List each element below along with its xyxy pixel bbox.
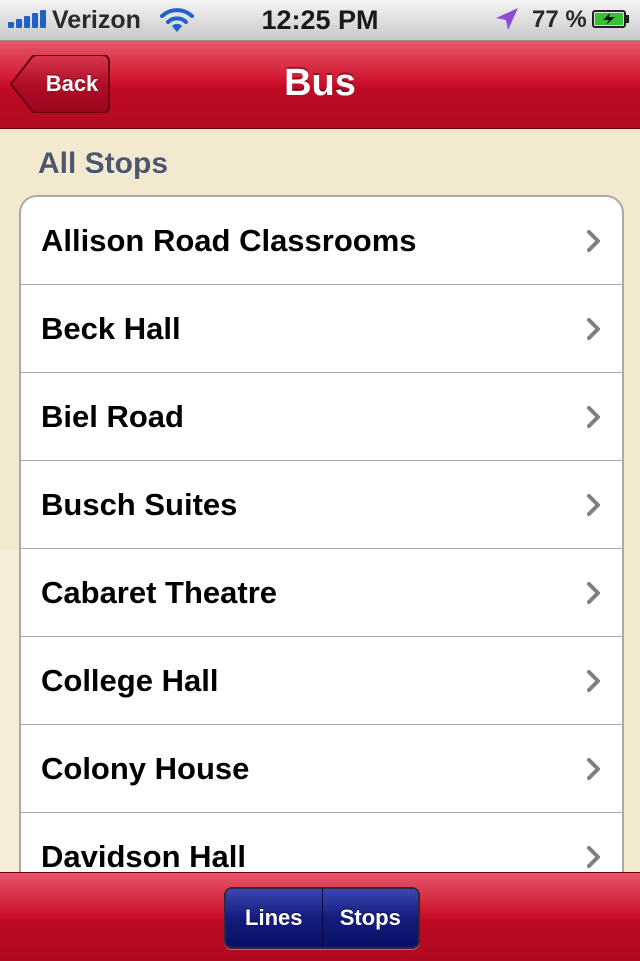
chevron-right-icon bbox=[587, 670, 600, 692]
segment-stops[interactable]: Stops bbox=[321, 889, 418, 947]
chevron-right-icon bbox=[587, 582, 600, 604]
segment-lines[interactable]: Lines bbox=[226, 889, 322, 947]
list-item[interactable]: Allison Road Classrooms bbox=[21, 197, 622, 285]
stop-name: Biel Road bbox=[41, 399, 184, 434]
stop-name: Colony House bbox=[41, 751, 250, 786]
stops-content[interactable]: All Stops Allison Road Classrooms Beck H… bbox=[0, 129, 640, 872]
status-bar: Verizon 12:25 PM 77 % bbox=[0, 0, 640, 41]
list-item[interactable]: Biel Road bbox=[21, 373, 622, 461]
list-item[interactable]: Davidson Hall bbox=[21, 813, 622, 872]
list-item[interactable]: College Hall bbox=[21, 637, 622, 725]
section-header: All Stops bbox=[38, 147, 169, 180]
page-title: Bus bbox=[284, 62, 356, 104]
chevron-right-icon bbox=[587, 494, 600, 516]
stop-name: Cabaret Theatre bbox=[41, 575, 278, 610]
list-item[interactable]: Busch Suites bbox=[21, 461, 622, 549]
list-item[interactable]: Colony House bbox=[21, 725, 622, 813]
stop-name: Davidson Hall bbox=[41, 839, 246, 872]
bottom-toolbar: Lines Stops bbox=[0, 872, 640, 961]
list-item[interactable]: Cabaret Theatre bbox=[21, 549, 622, 637]
chevron-right-icon bbox=[587, 758, 600, 780]
chevron-right-icon bbox=[587, 406, 600, 428]
stop-name: Allison Road Classrooms bbox=[41, 223, 417, 258]
chevron-right-icon bbox=[587, 318, 600, 340]
battery-charging-icon bbox=[592, 10, 629, 28]
navigation-bar: Back Bus bbox=[0, 41, 640, 129]
stops-list: Allison Road Classrooms Beck Hall Biel R… bbox=[19, 195, 624, 872]
stop-name: Beck Hall bbox=[41, 311, 181, 346]
lines-stops-segmented-control: Lines Stops bbox=[224, 887, 420, 949]
location-arrow-icon bbox=[496, 8, 518, 30]
chevron-right-icon bbox=[587, 230, 600, 252]
chevron-right-icon bbox=[587, 846, 600, 868]
battery-percent: 77 % bbox=[532, 6, 587, 33]
stop-name: College Hall bbox=[41, 663, 219, 698]
list-item[interactable]: Beck Hall bbox=[21, 285, 622, 373]
stop-name: Busch Suites bbox=[41, 487, 238, 522]
